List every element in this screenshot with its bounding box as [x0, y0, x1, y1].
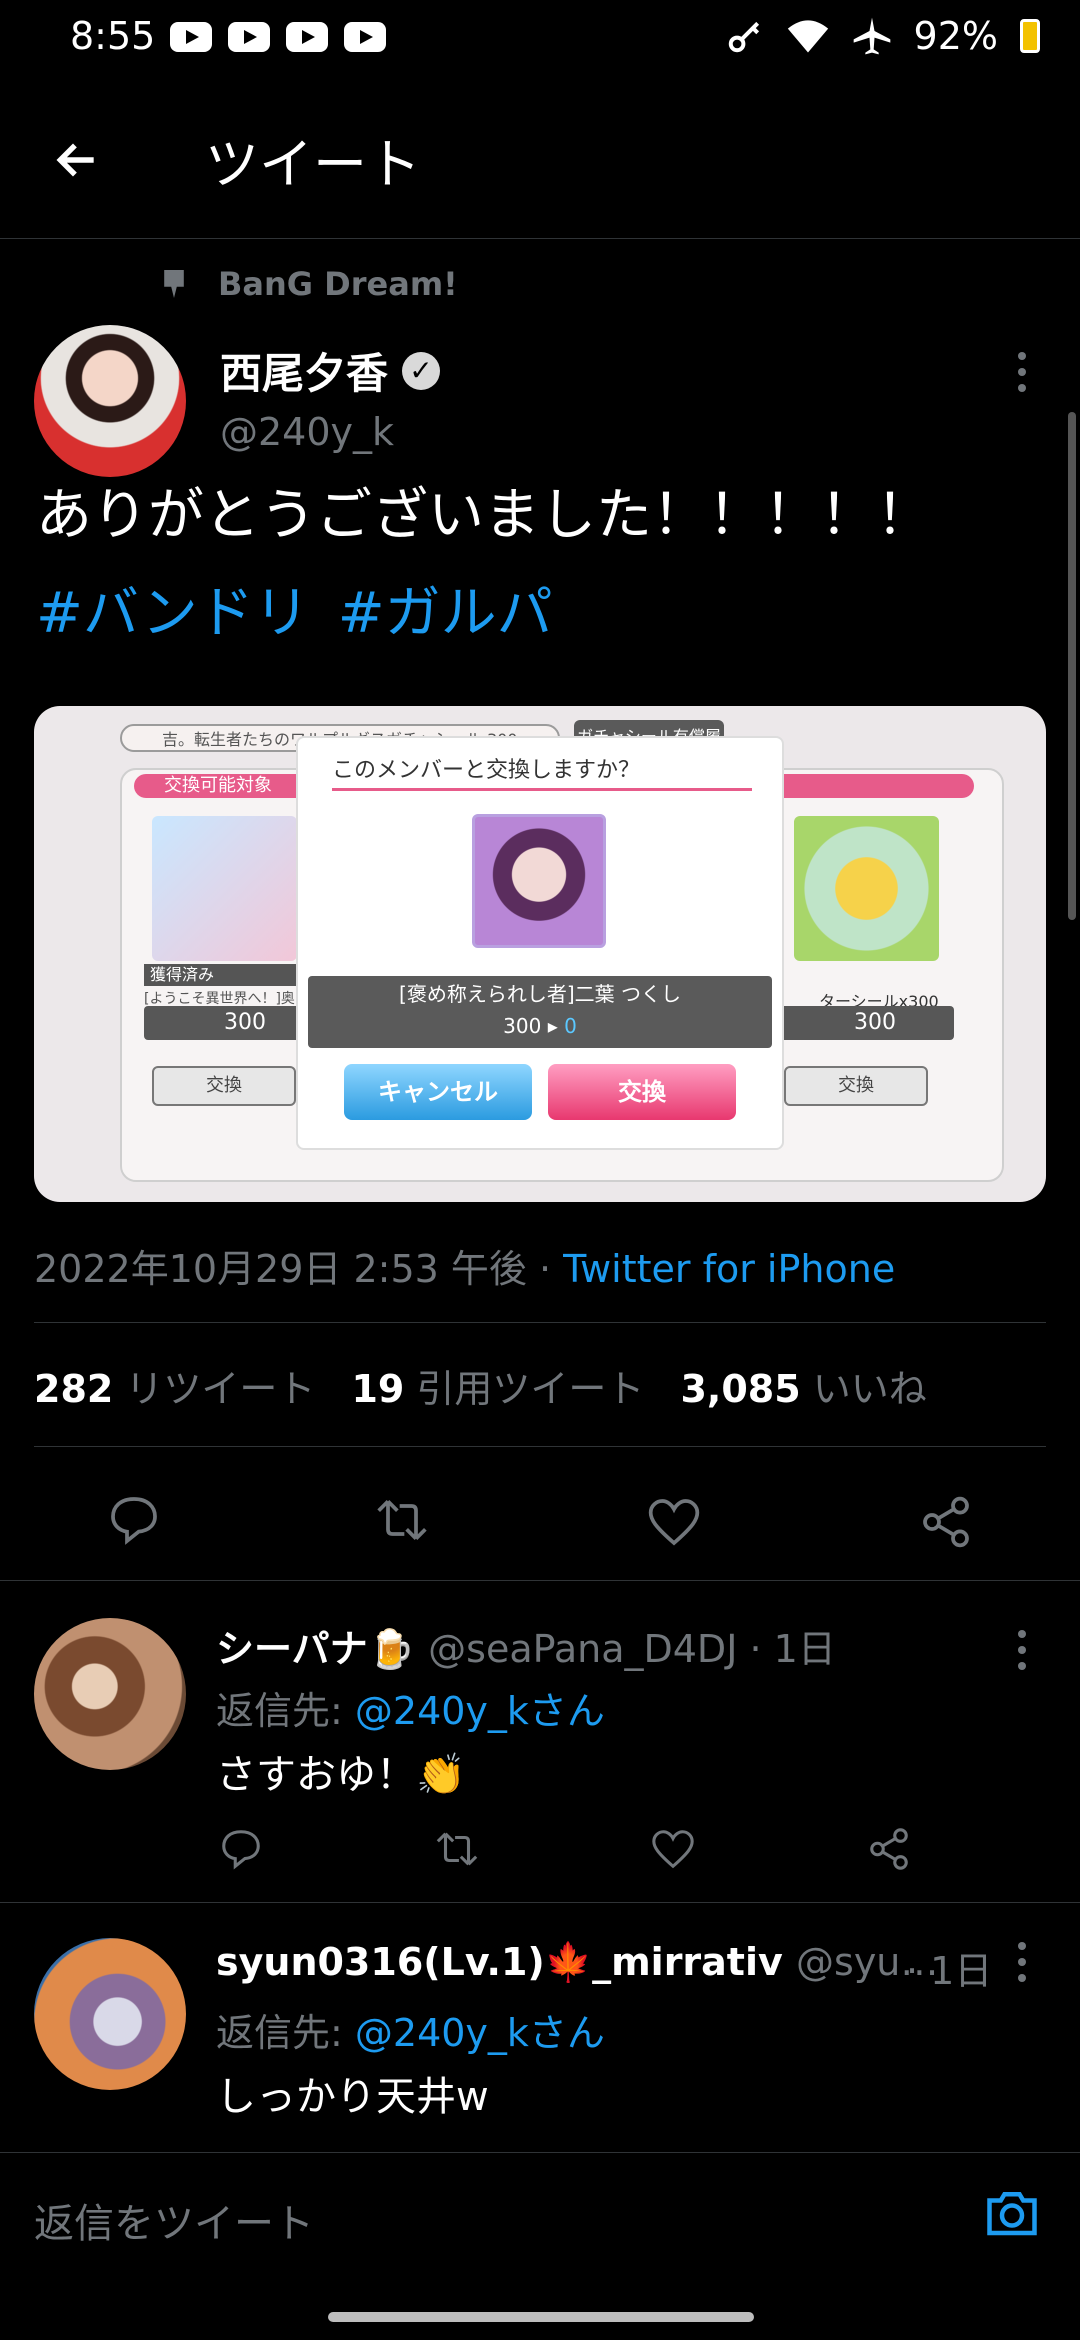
top-app-bar: ツイート [0, 80, 1080, 239]
divider [34, 1446, 1046, 1447]
image-text: このメンバーと交換しますか？ [332, 752, 752, 791]
back-arrow-icon[interactable] [52, 135, 102, 185]
quotes-stat[interactable]: 19 引用ツイート [351, 1358, 644, 1413]
retweet-icon[interactable] [374, 1492, 430, 1548]
airplane-mode-icon [853, 17, 890, 55]
tweet-actions [0, 1480, 1080, 1581]
home-indicator[interactable] [328, 2312, 754, 2322]
verified-badge-icon: ✓ [402, 351, 441, 390]
reply-text: しっかり天井w [216, 2074, 489, 2120]
reply-to-line: 返信先: @240y_kさん [216, 1680, 605, 1735]
likes-count: 3,085 [680, 1367, 801, 1411]
reply-input[interactable]: 返信をツイート [34, 2191, 314, 2249]
youtube-notification-icon [170, 22, 212, 52]
image-text: キャンセル [344, 1064, 532, 1120]
more-options-icon[interactable] [1018, 1942, 1028, 1990]
youtube-notification-icon [286, 22, 328, 52]
share-icon[interactable] [866, 1826, 912, 1872]
author-handle[interactable]: @240y_k [220, 410, 394, 454]
status-indicators: 92% [726, 14, 1040, 58]
reply-time: · 1日 [906, 1949, 993, 1993]
key-icon [728, 21, 759, 53]
tweet-source-link[interactable]: Twitter for iPhone [563, 1247, 895, 1291]
community-name: BanG Dream! [218, 265, 458, 303]
divider [34, 1322, 1046, 1323]
retweet-icon[interactable] [434, 1826, 480, 1872]
reply-icon[interactable] [218, 1826, 264, 1872]
image-dialog: このメンバーと交換しますか？ [褒め称えられし者]二葉 つくし 300 ▸ 0 … [298, 738, 782, 1148]
image-text: 300 [144, 1006, 304, 1040]
reply-icon[interactable] [106, 1492, 162, 1548]
reply-text: さすおゆ！👏 [216, 1752, 466, 1798]
more-options-icon[interactable] [1018, 1630, 1028, 1678]
image-text: 交換 [784, 1066, 928, 1106]
status-bar: 8:55 92% [0, 0, 1080, 80]
reply-tweet[interactable]: syun0316(Lv.1)🍁_mirrativ @syu… · 1日 返信先:… [0, 1904, 1080, 2152]
share-icon[interactable] [918, 1494, 974, 1550]
hashtag-link[interactable]: #バンドリ [36, 578, 310, 650]
tweet-hashtags: #バンドリ #ガルパ [36, 578, 553, 650]
reply-author-name: syun0316(Lv.1)🍁_mirrativ [216, 1940, 783, 1984]
reply-author-handle: @seaPana_D4DJ · 1日 [428, 1627, 836, 1671]
reply-avatar[interactable] [34, 1938, 186, 2090]
image-card [472, 814, 606, 948]
wifi-icon [787, 20, 828, 53]
pin-icon [164, 270, 184, 298]
image-text: 0 [564, 1014, 577, 1038]
image-text: [ようこそ異世界へ！]奥田 まし [144, 991, 304, 1007]
reply-to-prefix: 返信先: [216, 2011, 355, 2055]
likes-stat[interactable]: 3,085 いいね [680, 1358, 926, 1413]
image-text: 300 [503, 1014, 542, 1038]
scrollbar[interactable] [1068, 412, 1076, 920]
reply-author[interactable]: syun0316(Lv.1)🍁_mirrativ @syu… [216, 1940, 938, 1985]
youtube-notification-icon [228, 22, 270, 52]
camera-icon[interactable] [982, 2183, 1042, 2243]
more-options-icon[interactable] [1018, 352, 1028, 400]
quotes-count: 19 [351, 1367, 405, 1411]
reply-author[interactable]: シーパナ🍺 @seaPana_D4DJ · 1日 [216, 1618, 836, 1673]
reply-tweet[interactable]: シーパナ🍺 @seaPana_D4DJ · 1日 返信先: @240y_kさん … [0, 1582, 1080, 1903]
tweet-text: ありがとうございました！！！！！ [36, 483, 932, 548]
timestamp-text: 2022年10月29日 2:53 午後 · [34, 1247, 564, 1291]
like-heart-icon[interactable] [650, 1826, 696, 1872]
quotes-label: 引用ツイート [416, 1367, 645, 1411]
image-text: 交換 [152, 1066, 296, 1106]
tweet-image[interactable]: 吉。転生者たちのワルプルギスガチャシール 300 ガチャシール有償履 交換可能対… [34, 706, 1046, 1202]
reply-mention-link[interactable]: @240y_kさん [355, 2011, 605, 2055]
image-text: 獲得済み [144, 964, 300, 986]
hashtag-link[interactable]: #ガルパ [338, 578, 553, 650]
image-card [152, 816, 297, 961]
image-cost-row: 300 ▸ 0 [503, 1014, 577, 1038]
tweet-timestamp: 2022年10月29日 2:53 午後 · Twitter for iPhone [34, 1238, 895, 1293]
like-heart-icon[interactable] [646, 1494, 702, 1550]
image-text: 300 [774, 1006, 954, 1040]
image-text: [褒め称えられし者]二葉 つくし [399, 982, 681, 1006]
author-avatar[interactable] [34, 325, 186, 477]
battery-icon [1020, 19, 1040, 53]
reply-mention-link[interactable]: @240y_kさん [355, 1689, 605, 1733]
battery-percent: 92% [913, 14, 998, 58]
image-text: 交換 [548, 1064, 736, 1120]
retweets-label: リツイート [125, 1367, 316, 1411]
reply-to-prefix: 返信先: [216, 1689, 355, 1733]
reply-avatar[interactable] [34, 1618, 186, 1770]
author-name: 西尾夕香 [220, 349, 389, 398]
status-time: 8:55 [70, 14, 156, 58]
community-context[interactable]: BanG Dream! [160, 265, 458, 303]
reply-to-line: 返信先: @240y_kさん [216, 2002, 605, 2057]
image-card [794, 816, 939, 961]
reply-compose-bar[interactable]: 返信をツイート [0, 2152, 1080, 2279]
youtube-notification-icon [344, 22, 386, 52]
retweets-count: 282 [34, 1367, 114, 1411]
page-title: ツイート [205, 133, 421, 196]
retweets-stat[interactable]: 282 リツイート [34, 1358, 315, 1413]
tweet-stats: 282 リツイート 19 引用ツイート 3,085 いいね [34, 1358, 927, 1413]
author-name-row[interactable]: 西尾夕香 ✓ [220, 340, 441, 401]
reply-author-name: シーパナ🍺 [216, 1627, 415, 1671]
likes-label: いいね [812, 1367, 927, 1411]
